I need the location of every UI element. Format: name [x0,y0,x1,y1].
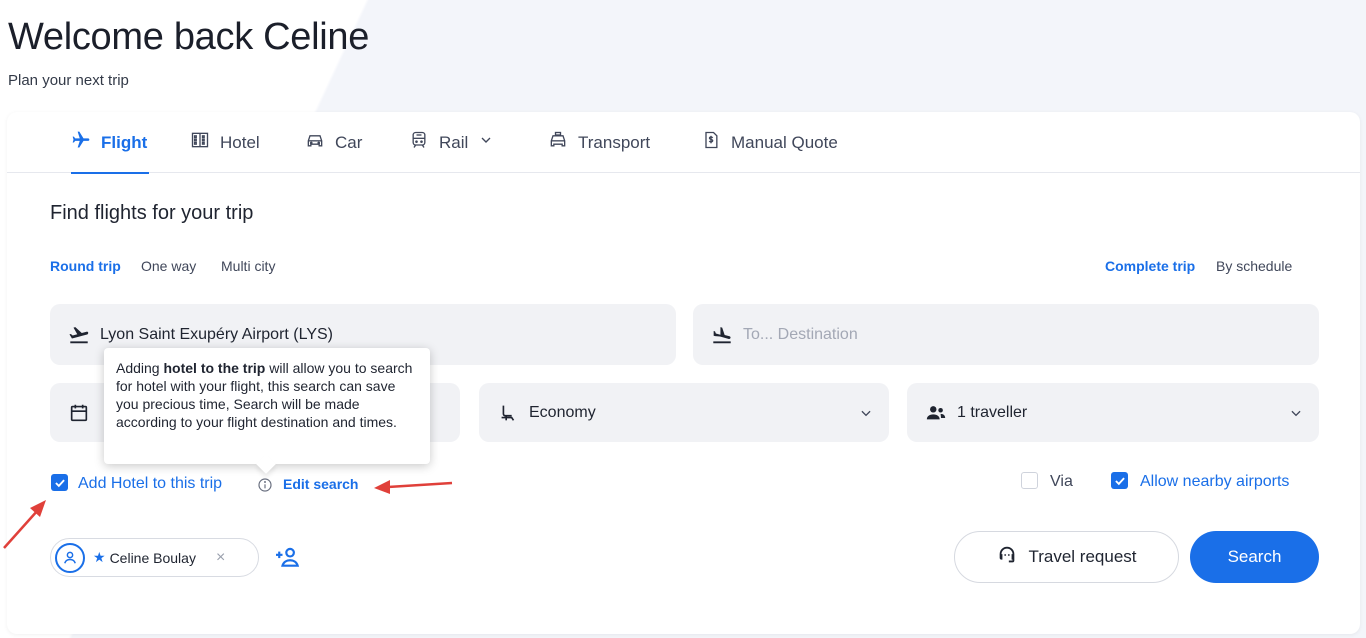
calendar-icon [68,402,90,424]
mode-complete-trip[interactable]: Complete trip [1105,258,1195,274]
plane-takeoff-icon [68,324,90,346]
add-hotel-label[interactable]: Add Hotel to this trip [78,475,222,493]
tab-manual-quote-label: Manual Quote [731,132,838,152]
edit-search-link[interactable]: Edit search [283,476,358,492]
plane-landing-icon [711,324,733,346]
users-icon [925,402,947,424]
travel-request-label: Travel request [1028,547,1137,566]
search-card: Flight Hotel Car Rail Transport Manual Q… [7,112,1360,634]
nearby-airports-checkbox[interactable] [1111,472,1128,489]
tab-bar: Flight Hotel Car Rail Transport Manual Q… [7,112,1360,174]
destination-placeholder: To... Destination [743,325,858,343]
tab-car[interactable]: Car [305,112,362,173]
tab-hotel[interactable]: Hotel [190,112,260,173]
info-icon[interactable] [257,477,273,498]
tab-manual-quote[interactable]: Manual Quote [701,112,838,173]
travellers-select[interactable]: 1 traveller [907,383,1319,442]
star-icon: ★ [93,549,106,565]
traveller-chip: ★ Celine Boulay × [50,538,259,577]
chevron-down-icon [859,406,873,420]
travel-request-button[interactable]: Travel request [954,531,1179,583]
tab-rail-label: Rail [439,132,469,152]
train-icon [409,130,429,155]
taxi-icon [548,130,568,155]
check-icon [54,478,65,487]
page-title: Welcome back Celine [8,16,370,58]
check-icon [1114,476,1125,485]
chevron-down-icon [478,132,494,153]
tooltip-text-prefix: Adding [116,360,164,376]
chevron-down-icon [1289,406,1303,420]
origin-value: Lyon Saint Exupéry Airport (LYS) [100,325,333,343]
add-traveller-icon[interactable] [276,544,302,575]
cabin-class-value: Economy [529,403,596,421]
user-avatar-icon [55,542,85,573]
trip-type-one-way[interactable]: One way [141,258,196,274]
search-button[interactable]: Search [1190,531,1319,583]
traveller-name: Celine Boulay [109,549,196,566]
cabin-class-select[interactable]: Economy [479,383,889,442]
tab-rail[interactable]: Rail [409,112,494,173]
tab-flight[interactable]: Flight [71,112,150,174]
document-dollar-icon [701,130,721,155]
tab-transport-label: Transport [578,132,651,152]
add-hotel-tooltip: Adding hotel to the trip will allow you … [104,348,430,464]
nearby-airports-label[interactable]: Allow nearby airports [1140,473,1289,491]
tab-flight-label: Flight [101,132,148,152]
building-icon [190,130,210,155]
via-label: Via [1050,473,1073,490]
page-subtitle: Plan your next trip [8,72,129,89]
destination-field[interactable]: To... Destination [693,304,1319,365]
tab-transport[interactable]: Transport [548,112,650,173]
tab-hotel-label: Hotel [220,132,260,152]
support-agent-icon [996,544,1018,571]
trip-type-multi-city[interactable]: Multi city [221,258,275,274]
search-title: Find flights for your trip [50,202,254,224]
tooltip-text-bold: hotel to the trip [163,360,266,376]
add-hotel-checkbox[interactable] [51,474,68,491]
seat-icon [497,402,519,424]
remove-traveller-button[interactable]: × [216,549,225,567]
trip-type-round-trip[interactable]: Round trip [50,258,121,274]
tab-car-label: Car [335,132,363,152]
car-icon [305,130,325,155]
plane-icon [71,130,91,155]
travellers-value: 1 traveller [957,403,1028,421]
via-checkbox[interactable] [1021,472,1038,489]
mode-by-schedule[interactable]: By schedule [1216,258,1292,274]
